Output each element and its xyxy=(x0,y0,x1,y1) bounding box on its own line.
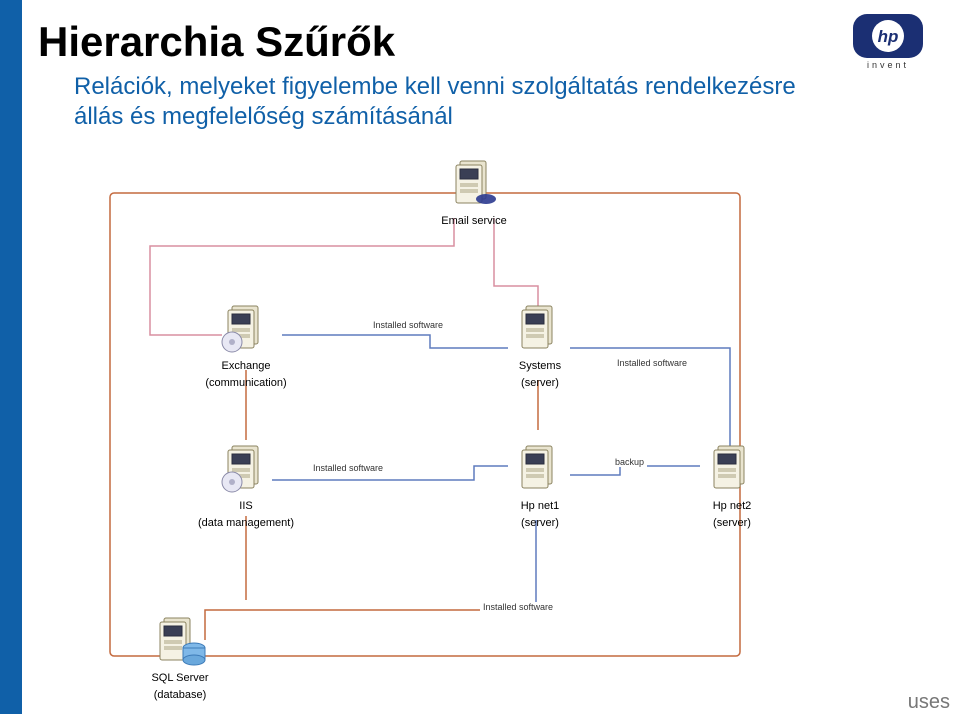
node-label-1: Exchange xyxy=(176,360,316,373)
server-with-db-icon xyxy=(148,612,212,668)
left-bar xyxy=(0,0,22,714)
bottom-cut-word: uses xyxy=(908,691,950,714)
node-label-1: Hp net2 xyxy=(662,500,802,513)
node-email-service: Email service xyxy=(404,155,544,228)
svg-text:hp: hp xyxy=(878,27,899,46)
edge-label-installed-1: Installed software xyxy=(370,320,446,330)
edge-label-installed-2: Installed software xyxy=(614,358,690,368)
page-title: Hierarchia Szűrők xyxy=(38,18,395,66)
node-label-1: Systems xyxy=(470,360,610,373)
node-label-2: (server) xyxy=(662,517,802,530)
hp-logo-block: hp invent xyxy=(842,14,934,82)
node-label: Email service xyxy=(404,215,544,228)
edge-label-backup: backup xyxy=(612,457,647,467)
node-sql: SQL Server (database) xyxy=(110,612,250,702)
node-label-2: (communication) xyxy=(176,377,316,390)
node-label-2: (database) xyxy=(110,689,250,702)
node-exchange: Exchange (communication) xyxy=(176,300,316,390)
server-with-disc-icon xyxy=(218,300,274,356)
node-systems: Systems (server) xyxy=(470,300,610,390)
server-icon xyxy=(512,440,568,496)
node-label-2: (data management) xyxy=(176,517,316,530)
edge-label-installed-3: Installed software xyxy=(310,463,386,473)
node-label-2: (server) xyxy=(470,517,610,530)
node-label-1: SQL Server xyxy=(110,672,250,685)
hp-logo-icon: hp xyxy=(853,14,923,58)
server-icon xyxy=(512,300,568,356)
edge-label-installed-5: Installed software xyxy=(480,602,556,612)
hp-logo-subtext: invent xyxy=(842,60,934,70)
node-label-2: (server) xyxy=(470,377,610,390)
server-icon xyxy=(704,440,760,496)
node-hpnet1: Hp net1 (server) xyxy=(470,440,610,530)
node-iis: IIS (data management) xyxy=(176,440,316,530)
page-subtitle: Relációk, melyeket figyelembe kell venni… xyxy=(74,72,834,132)
server-icon xyxy=(446,155,502,211)
server-with-disc-icon xyxy=(218,440,274,496)
node-label-1: Hp net1 xyxy=(470,500,610,513)
node-label-1: IIS xyxy=(176,500,316,513)
node-hpnet2: Hp net2 (server) xyxy=(662,440,802,530)
